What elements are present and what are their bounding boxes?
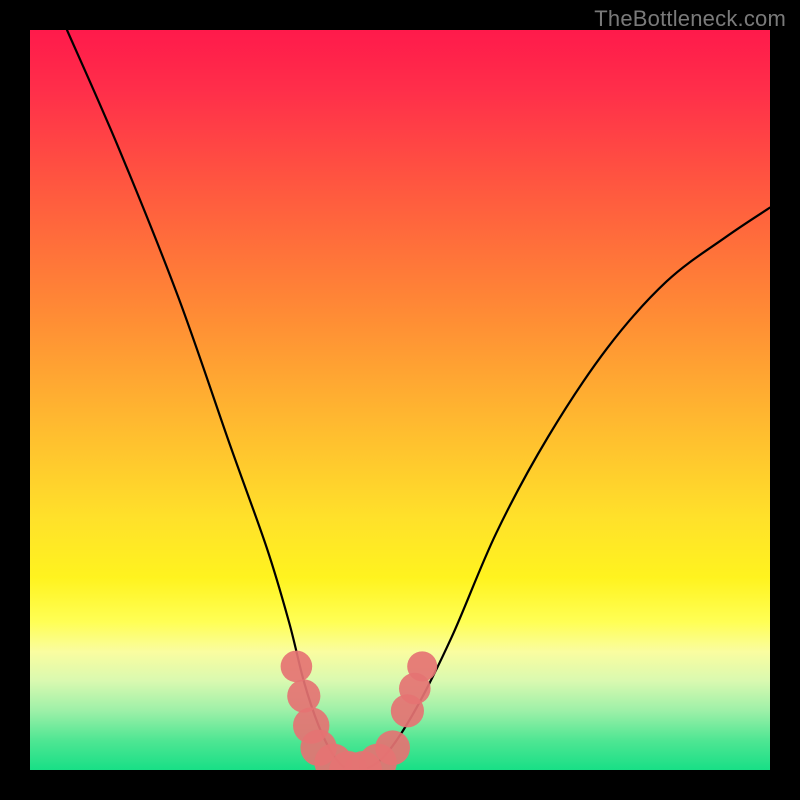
curve-marker xyxy=(375,730,410,765)
curve-marker xyxy=(287,679,320,712)
curve-marker xyxy=(407,651,437,681)
bottleneck-curve xyxy=(30,30,770,770)
plot-area xyxy=(30,30,770,770)
watermark-text: TheBottleneck.com xyxy=(594,6,786,32)
marker-group xyxy=(281,651,438,770)
chart-frame: TheBottleneck.com xyxy=(0,0,800,800)
curve-marker xyxy=(281,651,313,683)
